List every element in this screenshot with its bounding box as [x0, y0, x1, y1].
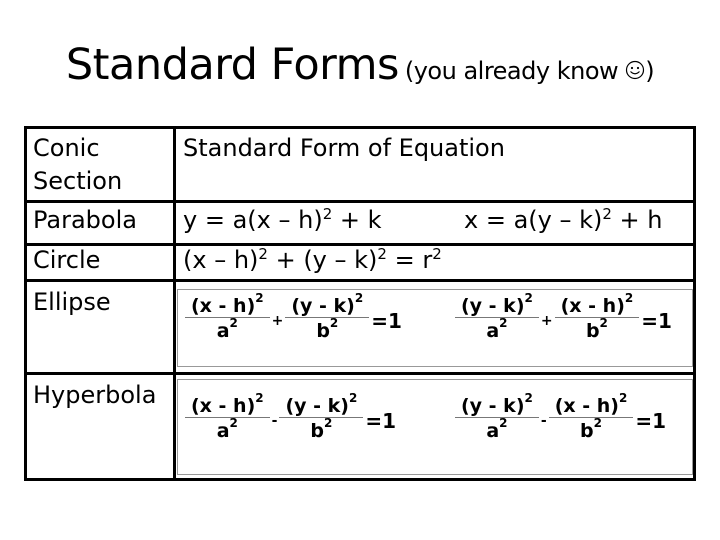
ellipse-equation-vertical: (y - k)2 a2 + (x - h)2 b2 =1	[455, 292, 672, 342]
row-divider	[27, 279, 693, 282]
conic-label-hyperbola: Hyperbola	[33, 381, 157, 409]
conic-label-parabola: Parabola	[33, 206, 137, 234]
smiley-face-icon	[626, 60, 645, 80]
row-divider	[27, 200, 693, 203]
title-main: Standard Forms	[65, 40, 400, 90]
page-title: Standard Forms (you already know )	[0, 40, 720, 90]
conic-label-circle: Circle	[33, 246, 101, 274]
header-conic-section: Conic Section	[33, 134, 123, 195]
title-subtitle: (you already know )	[404, 57, 655, 85]
standard-forms-table: Conic Section Standard Form of Equation …	[24, 126, 696, 481]
ellipse-equation-horizontal: (x - h)2 a2 + (y - k)2 b2 =1	[185, 292, 402, 342]
hyperbola-equation-vertical: (y - k)2 a2 - (x - h)2 b2 =1	[455, 392, 666, 442]
column-divider	[173, 129, 176, 478]
circle-equation: (x – h)2 + (y – k)2 = r2	[183, 245, 442, 274]
row-divider	[27, 372, 693, 375]
hyperbola-equation-horizontal: (x - h)2 a2 - (y - k)2 b2 =1	[185, 392, 396, 442]
parabola-vertical-equation: y = a(x – h)2 + k	[183, 205, 382, 234]
header-standard-form: Standard Form of Equation	[183, 134, 505, 162]
conic-label-ellipse: Ellipse	[33, 288, 111, 316]
parabola-horizontal-equation: x = a(y – k)2 + h	[464, 205, 663, 234]
